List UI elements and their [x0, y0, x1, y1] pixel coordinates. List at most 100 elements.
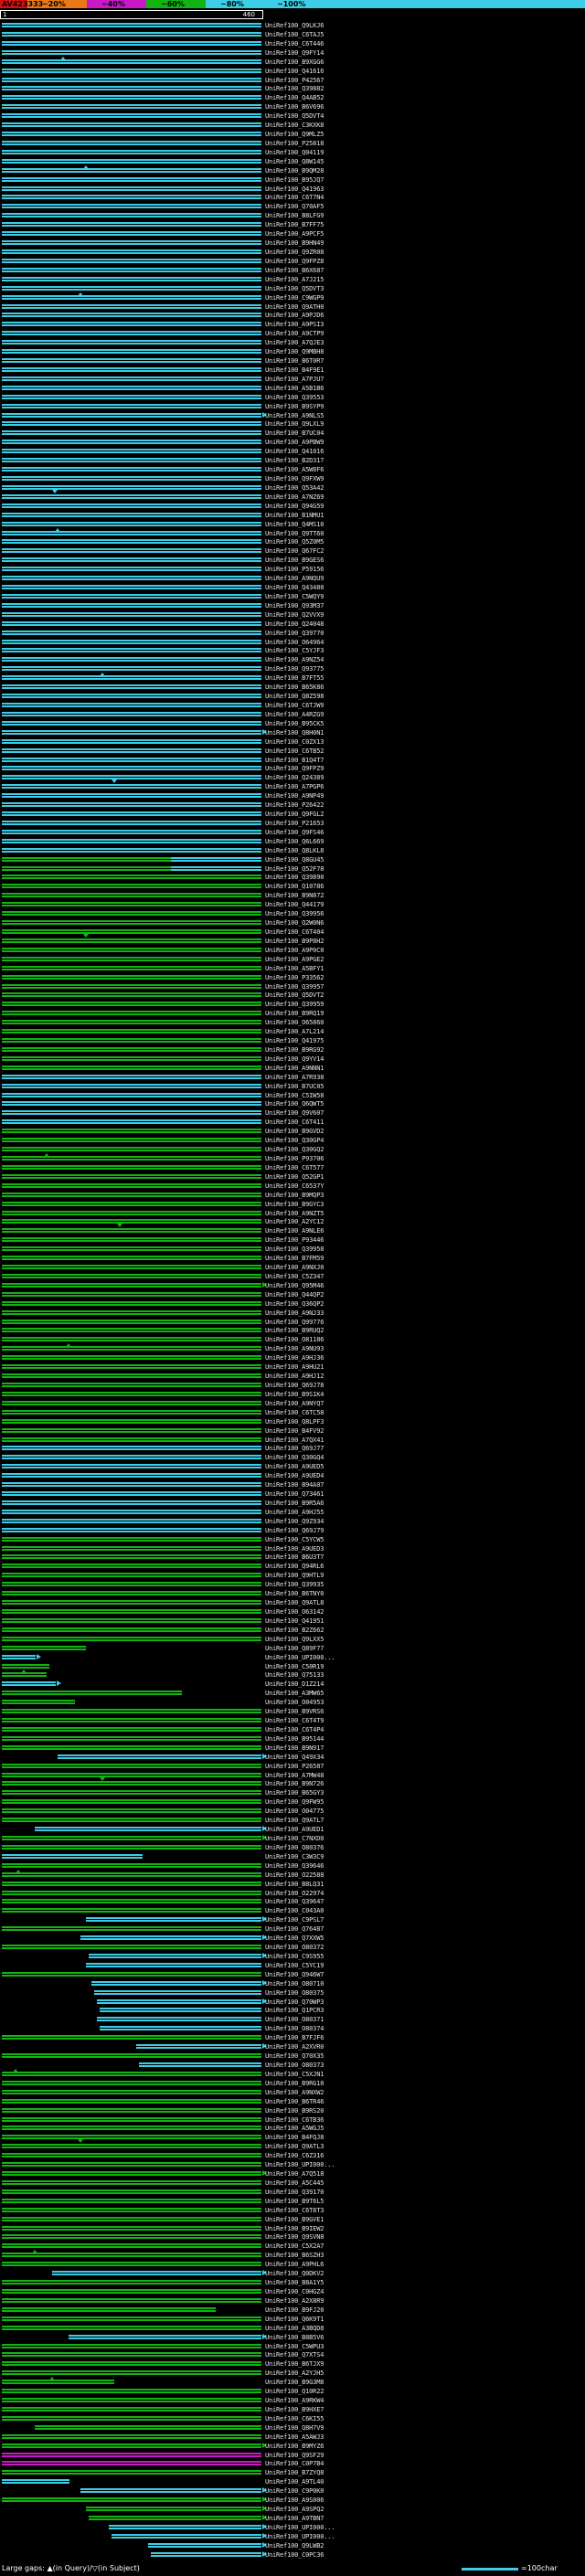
hit-bar[interactable]	[2, 1346, 261, 1352]
hit-bar[interactable]	[2, 303, 261, 309]
hit-bar[interactable]	[2, 657, 261, 663]
hit-label[interactable]: UniRef100_Q69J77	[265, 1445, 324, 1452]
hit-bar[interactable]	[2, 747, 261, 753]
hit-bar[interactable]	[2, 213, 261, 218]
hit-bar[interactable]	[2, 521, 261, 526]
hit-bar[interactable]	[2, 983, 261, 989]
hit-bar[interactable]	[111, 2533, 261, 2539]
hit-bar[interactable]	[2, 992, 261, 998]
hit-bar[interactable]	[147, 2542, 261, 2548]
hit-label[interactable]: UniRef100_A7PJU7	[265, 376, 324, 383]
hit-bar[interactable]	[2, 176, 261, 182]
hit-bar[interactable]	[2, 1065, 261, 1070]
hit-bar[interactable]	[2, 394, 261, 399]
hit-label[interactable]: UniRef100_A7NZ69	[265, 493, 324, 501]
hit-bar[interactable]	[2, 938, 261, 943]
hit-label[interactable]: UniRef100_A7R938	[265, 1074, 324, 1081]
hit-bar[interactable]	[2, 1237, 261, 1243]
hit-label[interactable]: UniRef100_C0HGZ4	[265, 2288, 324, 2295]
hit-bar[interactable]	[2, 132, 261, 137]
hit-label[interactable]: UniRef100_B7ZYQ8	[265, 2469, 324, 2476]
hit-bar[interactable]	[91, 1980, 261, 1986]
hit-label[interactable]: UniRef100_C6TJW9	[265, 702, 324, 709]
hit-label[interactable]: UniRef100_O80376	[265, 1844, 324, 1851]
hit-bar[interactable]	[2, 195, 261, 200]
hit-bar[interactable]	[2, 1726, 261, 1732]
hit-label[interactable]: UniRef100_B7FM59	[265, 1255, 324, 1262]
hit-bar[interactable]	[2, 385, 261, 390]
hit-label[interactable]: UniRef100_UPI000...	[265, 2524, 335, 2531]
hit-bar[interactable]	[2, 1464, 261, 1469]
hit-label[interactable]: UniRef100_Q9SVN8	[265, 2233, 324, 2241]
hit-bar[interactable]	[2, 757, 261, 762]
hit-label[interactable]: UniRef100_Q52GP1	[265, 1173, 324, 1181]
hit-label[interactable]: UniRef100_Q4AB52	[265, 94, 324, 101]
hit-label[interactable]: UniRef100_Q69J79	[265, 1527, 324, 1534]
hit-label[interactable]: UniRef100_A9PHL6	[265, 2261, 324, 2268]
hit-bar[interactable]	[2, 2280, 261, 2285]
hit-bar[interactable]	[2, 40, 261, 46]
hit-bar[interactable]	[2, 675, 261, 681]
hit-label[interactable]: UniRef100_Q2VVX9	[265, 611, 324, 619]
hit-bar[interactable]	[2, 1282, 261, 1288]
hit-label[interactable]: UniRef100_C6Z316	[265, 2152, 324, 2159]
hit-label[interactable]: UniRef100_B6TJX9	[265, 2360, 324, 2368]
hit-label[interactable]: UniRef100_Q9MLZ5	[265, 131, 324, 138]
hit-label[interactable]: UniRef100_P42567	[265, 77, 324, 84]
hit-bar[interactable]	[2, 965, 261, 970]
hit-label[interactable]: UniRef100_O80710	[265, 1980, 324, 1988]
hit-label[interactable]: UniRef100_A7PGP6	[265, 783, 324, 790]
hit-bar[interactable]	[2, 1328, 261, 1333]
hit-label[interactable]: UniRef100_Q9FS46	[265, 829, 324, 836]
hit-label[interactable]: UniRef100_A3BQD8	[265, 2325, 324, 2332]
hit-label[interactable]: UniRef100_Q24048	[265, 620, 324, 628]
hit-label[interactable]: UniRef100_A9TL40	[265, 2478, 324, 2486]
hit-label[interactable]: UniRef100_C043A0	[265, 1907, 324, 1914]
hit-bar[interactable]	[2, 611, 261, 617]
hit-label[interactable]: UniRef100_Q70WP3	[265, 1998, 324, 2006]
hit-label[interactable]: UniRef100_A9CTP9	[265, 330, 324, 337]
hit-label[interactable]: UniRef100_C6TAJ5	[265, 31, 324, 38]
hit-bar[interactable]	[2, 1617, 261, 1623]
hit-bar[interactable]	[2, 258, 261, 263]
hit-label[interactable]: UniRef100_C50R19	[265, 1663, 324, 1670]
hit-label[interactable]: UniRef100_B7FF75	[265, 221, 324, 228]
hit-label[interactable]: UniRef100_O65860	[265, 1019, 324, 1026]
hit-label[interactable]: UniRef100_B65GY3	[265, 1789, 324, 1797]
hit-label[interactable]: UniRef100_UPI000...	[265, 1654, 335, 1661]
hit-label[interactable]: UniRef100_C6TC58	[265, 1409, 324, 1416]
hit-bar[interactable]	[2, 1383, 261, 1387]
hit-label[interactable]: UniRef100_B6V696	[265, 103, 324, 111]
hit-label[interactable]: UniRef100_A9NNN1	[265, 1065, 324, 1072]
hit-label[interactable]: UniRef100_Q44179	[265, 901, 324, 908]
hit-label[interactable]: UniRef100_Q70AF5	[265, 203, 324, 210]
hit-bar[interactable]	[2, 331, 261, 336]
hit-bar[interactable]	[2, 1436, 261, 1442]
hit-label[interactable]: UniRef100_Q99776	[265, 1319, 324, 1326]
hit-label[interactable]: UniRef100_A9NZT5	[265, 1210, 324, 1217]
hit-label[interactable]: UniRef100_P59156	[265, 566, 324, 573]
hit-bar[interactable]	[2, 1500, 261, 1505]
hit-bar[interactable]	[2, 2452, 261, 2457]
hit-bar[interactable]	[2, 865, 171, 871]
hit-label[interactable]: UniRef100_Q8LKL8	[265, 847, 324, 854]
hit-bar[interactable]	[2, 512, 261, 517]
hit-label[interactable]: UniRef100_B6TR46	[265, 2098, 324, 2105]
hit-bar[interactable]	[2, 2461, 261, 2466]
hit-bar[interactable]	[97, 1998, 261, 2004]
hit-label[interactable]: UniRef100_B95CK5	[265, 720, 324, 727]
hit-label[interactable]: UniRef100_Q36QP2	[265, 1300, 324, 1308]
hit-label[interactable]: UniRef100_C5WPU3	[265, 2343, 324, 2350]
hit-label[interactable]: UniRef100_P25818	[265, 140, 324, 147]
hit-bar[interactable]	[94, 1989, 261, 1995]
hit-bar[interactable]	[2, 1627, 261, 1632]
hit-bar[interactable]	[2, 620, 261, 626]
hit-bar[interactable]	[2, 1119, 261, 1125]
hit-label[interactable]: UniRef100_A9PCF5	[265, 230, 324, 238]
hit-label[interactable]: UniRef100_Q9MBH8	[265, 348, 324, 355]
hit-label[interactable]: UniRef100_A5AWJ3	[265, 2433, 324, 2441]
hit-bar[interactable]	[2, 1427, 261, 1433]
hit-bar[interactable]	[2, 2380, 115, 2385]
hit-bar[interactable]	[2, 1527, 261, 1532]
hit-label[interactable]: UniRef100_Q94RL6	[265, 1563, 324, 1570]
